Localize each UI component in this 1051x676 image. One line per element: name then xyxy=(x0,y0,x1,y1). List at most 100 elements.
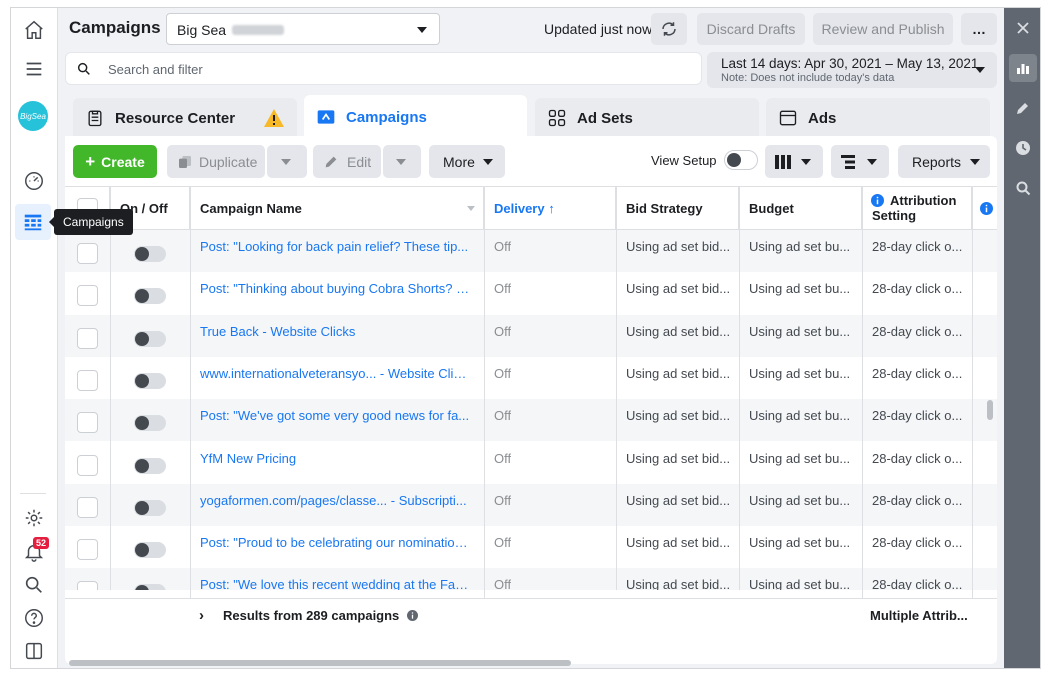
campaign-name-link[interactable]: Post: "Thinking about buying Cobra Short… xyxy=(200,281,470,296)
tab-ads[interactable]: Ads xyxy=(766,98,990,138)
more-button[interactable]: More xyxy=(429,145,505,178)
table-row[interactable]: yogaformen.com/pages/classe... - Subscri… xyxy=(65,483,997,526)
col-campaign-name[interactable]: Campaign Name xyxy=(190,187,484,229)
delivery-status: Off xyxy=(494,408,512,424)
campaign-name-link[interactable]: yogaformen.com/pages/classe... - Subscri… xyxy=(200,493,470,508)
date-range-picker[interactable]: Last 14 days: Apr 30, 2021 – May 13, 202… xyxy=(707,52,997,88)
more-options-button[interactable]: … xyxy=(961,13,997,45)
right-side-panel xyxy=(1004,8,1040,668)
search-icon[interactable] xyxy=(20,571,48,599)
col-divider xyxy=(484,186,485,656)
tab-ad-sets[interactable]: Ad Sets xyxy=(535,98,759,138)
row-checkbox[interactable] xyxy=(77,369,98,391)
row-checkbox[interactable] xyxy=(77,581,98,590)
campaign-name-link[interactable]: Post: "We love this recent wedding at th… xyxy=(200,577,470,590)
row-checkbox[interactable] xyxy=(77,285,98,307)
campaign-name-link[interactable]: Post: "Proud to be celebrating our nomin… xyxy=(200,535,470,550)
budget-cell: Using ad set bu... xyxy=(749,535,851,551)
campaign-toggle[interactable] xyxy=(134,246,166,262)
edit-button[interactable]: Edit xyxy=(313,145,381,178)
vertical-scrollbar[interactable] xyxy=(987,400,993,420)
budget-cell: Using ad set bu... xyxy=(749,365,851,381)
menu-icon[interactable] xyxy=(20,55,48,83)
breakdown-button[interactable] xyxy=(831,145,889,178)
table-row[interactable]: Post: "Proud to be celebrating our nomin… xyxy=(65,526,997,568)
row-checkbox[interactable] xyxy=(77,539,98,561)
campaign-name-link[interactable]: YfM New Pricing xyxy=(200,451,470,466)
duplicate-dropdown[interactable] xyxy=(267,145,307,178)
budget-cell: Using ad set bu... xyxy=(749,450,851,466)
tab-campaigns[interactable]: Campaigns xyxy=(304,95,527,139)
delivery-status: Off xyxy=(494,450,512,466)
budget-cell: Using ad set bu... xyxy=(749,408,851,424)
bar-chart-icon[interactable] xyxy=(1009,54,1037,82)
table-row[interactable]: Post: "We've got some very good news for… xyxy=(65,399,997,442)
view-setup-label: View Setup xyxy=(651,153,717,168)
view-setup-toggle[interactable] xyxy=(724,150,758,170)
attribution-cell: 28-day click o... xyxy=(872,365,963,381)
campaign-toggle[interactable] xyxy=(134,372,166,389)
pencil-icon[interactable] xyxy=(1009,94,1037,122)
attribution-cell: 28-day click o... xyxy=(872,281,963,297)
breakdown-icon xyxy=(841,154,855,169)
table-row[interactable]: Post: "Thinking about buying Cobra Short… xyxy=(65,272,997,314)
col-delivery[interactable]: Delivery ↑ xyxy=(484,187,616,229)
delivery-status: Off xyxy=(494,365,512,381)
campaign-toggle[interactable] xyxy=(134,330,166,347)
duplicate-button[interactable]: Duplicate xyxy=(167,145,265,178)
table-row[interactable]: www.internationalveteransyo... - Website… xyxy=(65,357,997,399)
col-attribution[interactable]: Attribution Setting xyxy=(862,187,972,229)
campaigns-tooltip: Campaigns xyxy=(49,209,133,235)
search-filter-input[interactable]: Search and filter xyxy=(65,52,702,85)
table-row[interactable]: Post: "Looking for back pain relief? The… xyxy=(65,230,997,272)
table-row[interactable]: YfM New Pricing Off Using ad set bid... Usi… xyxy=(65,442,997,484)
campaigns-nav-icon[interactable] xyxy=(15,204,51,240)
chevron-down-icon xyxy=(417,27,427,33)
home-icon[interactable] xyxy=(20,16,48,44)
campaign-toggle[interactable] xyxy=(134,415,166,432)
avatar-text: BigSea xyxy=(20,111,46,121)
pencil-icon xyxy=(325,156,337,167)
campaign-toggle[interactable] xyxy=(134,584,166,590)
refresh-button[interactable] xyxy=(651,13,687,45)
horizontal-scrollbar[interactable] xyxy=(69,660,571,666)
campaign-name-link[interactable]: Post: "Looking for back pain relief? The… xyxy=(200,239,470,254)
inspect-search-icon[interactable] xyxy=(1009,174,1037,202)
chevron-right-icon[interactable]: › xyxy=(199,607,204,624)
columns-button[interactable] xyxy=(765,145,823,178)
table-row[interactable]: True Back - Website Clicks Off Using ad se… xyxy=(65,314,997,357)
col-budget[interactable]: Budget xyxy=(739,187,862,229)
row-checkbox[interactable] xyxy=(77,327,98,349)
account-selector[interactable]: Big Sea xyxy=(166,13,440,45)
row-checkbox[interactable] xyxy=(77,496,98,518)
campaign-toggle[interactable] xyxy=(134,288,166,305)
bid-strategy-cell: Using ad set bid... xyxy=(626,450,731,466)
campaign-name-link[interactable]: www.internationalveteransyo... - Website… xyxy=(200,366,470,381)
campaign-toggle[interactable] xyxy=(134,542,166,559)
row-checkbox[interactable] xyxy=(77,412,98,434)
campaign-name-link[interactable]: True Back - Website Clicks xyxy=(200,324,470,339)
col-bid-strategy[interactable]: Bid Strategy xyxy=(616,187,739,229)
avatar[interactable]: BigSea xyxy=(18,101,48,131)
tab-label: Resource Center xyxy=(115,109,236,127)
help-icon[interactable] xyxy=(20,604,48,632)
clock-icon[interactable] xyxy=(1009,134,1037,162)
campaign-name-link[interactable]: Post: "We've got some very good news for… xyxy=(200,408,470,423)
row-checkbox[interactable] xyxy=(77,454,98,476)
campaign-toggle[interactable] xyxy=(134,499,166,516)
attribution-cell: 28-day click o... xyxy=(872,450,963,466)
gauge-icon[interactable] xyxy=(20,167,48,195)
close-icon[interactable] xyxy=(1009,14,1037,42)
row-checkbox[interactable] xyxy=(77,243,98,264)
create-button[interactable]: + Create xyxy=(73,145,157,178)
table-row[interactable]: Post: "We love this recent wedding at th… xyxy=(65,568,997,590)
review-publish-button[interactable]: Review and Publish xyxy=(813,13,953,45)
campaign-toggle[interactable] xyxy=(134,457,166,474)
reports-button[interactable]: Reports xyxy=(898,145,990,178)
edit-dropdown[interactable] xyxy=(383,145,421,178)
settings-gear-icon[interactable] xyxy=(20,504,48,532)
results-count: Results from 289 campaigns xyxy=(223,608,418,623)
more-label: More xyxy=(443,153,475,170)
panel-toggle-icon[interactable] xyxy=(20,637,48,665)
discard-drafts-button[interactable]: Discard Drafts xyxy=(697,13,805,45)
